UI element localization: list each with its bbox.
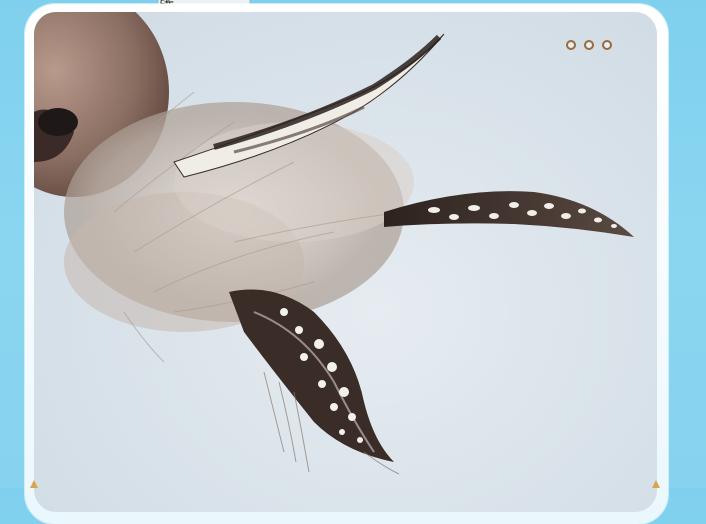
more-horizontal-icon bbox=[566, 40, 576, 50]
more-dot-2 bbox=[584, 40, 594, 50]
more-dot-3 bbox=[602, 40, 612, 50]
lower-spotted-feather bbox=[229, 289, 394, 462]
right-spotted-feather bbox=[384, 191, 634, 237]
feather-toy-illustration bbox=[34, 12, 634, 475]
more-options-button[interactable] bbox=[566, 36, 612, 54]
product-photo bbox=[34, 12, 657, 512]
